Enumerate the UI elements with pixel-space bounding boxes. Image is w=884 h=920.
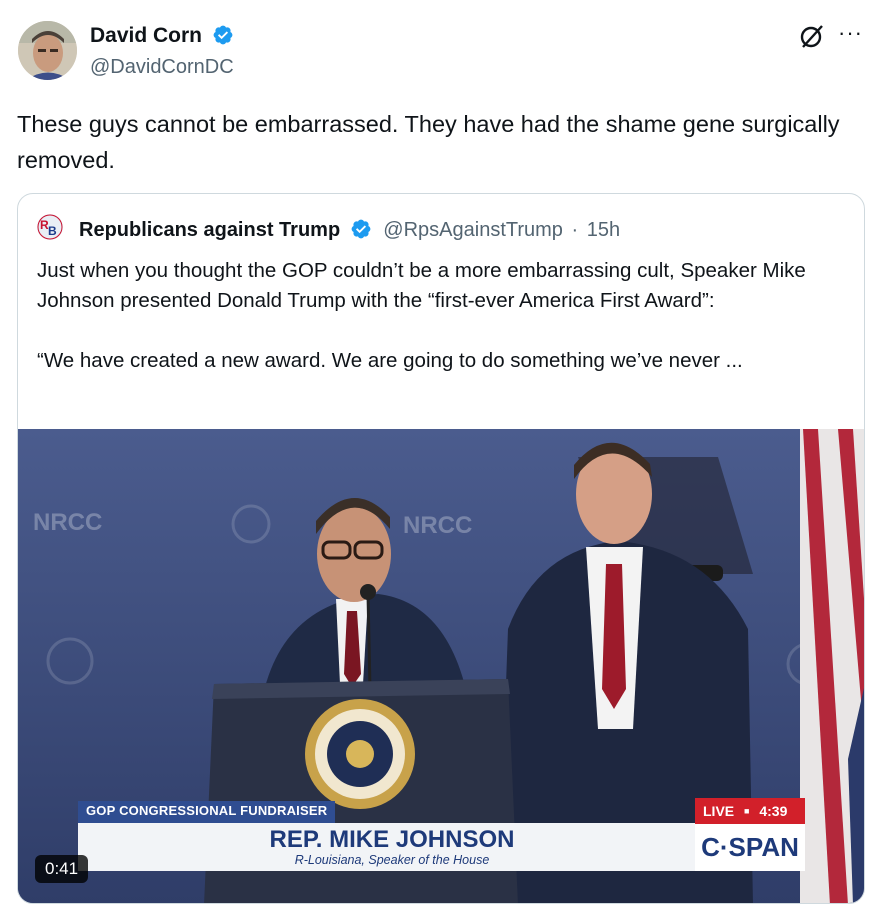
quote-avatar[interactable]: R B [37, 214, 63, 240]
author-name[interactable]: David Corn [90, 24, 234, 48]
backdrop-text-2: NRCC [403, 512, 473, 539]
more-options-icon[interactable]: ··· [838, 20, 863, 46]
lower-third-label: GOP CONGRESSIONAL FUNDRAISER [78, 801, 336, 823]
video-player[interactable]: NRCC NRCC GOP CONGRESSIONAL FUNDRAISER R… [18, 429, 864, 903]
avatar-photo [18, 21, 77, 80]
lower-third-name: REP. MIKE JOHNSON [269, 826, 515, 853]
quote-handle[interactable]: @RpsAgainstTrump [383, 219, 563, 241]
quote-timestamp[interactable]: 15h [587, 219, 620, 241]
quote-verified-badge-icon [351, 219, 371, 239]
tweet-text: These guys cannot be embarrassed. They h… [17, 111, 840, 173]
quote-author-name[interactable]: Republicans against Trump [79, 219, 340, 241]
live-dot-icon: ■ [744, 806, 750, 816]
network-logo: C·SPAN [695, 824, 805, 871]
live-time: 4:39 [759, 803, 788, 819]
live-label: LIVE [703, 803, 735, 819]
quote-text: Just when you thought the GOP couldn’t b… [37, 259, 806, 372]
quoted-tweet-card[interactable]: R B Republicans against Trump @RpsAgains… [17, 193, 865, 904]
lower-third: REP. MIKE JOHNSON R-Louisiana, Speaker o… [78, 823, 706, 871]
quote-author-line[interactable]: Republicans against Trump @RpsAgainstTru… [79, 218, 620, 242]
author-name-text[interactable]: David Corn [90, 24, 202, 47]
svg-text:B: B [48, 224, 57, 238]
author-avatar[interactable] [18, 21, 77, 80]
quote-separator: · [571, 219, 579, 241]
video-duration: 0:41 [35, 855, 89, 883]
verified-badge-icon [213, 25, 233, 45]
live-badge: LIVE ■ 4:39 [695, 798, 805, 824]
author-handle[interactable]: @DavidCornDC [90, 56, 234, 79]
backdrop-text-1: NRCC [33, 509, 103, 536]
lower-third-subtitle: R-Louisiana, Speaker of the House [294, 853, 490, 867]
grok-icon[interactable] [797, 22, 827, 52]
